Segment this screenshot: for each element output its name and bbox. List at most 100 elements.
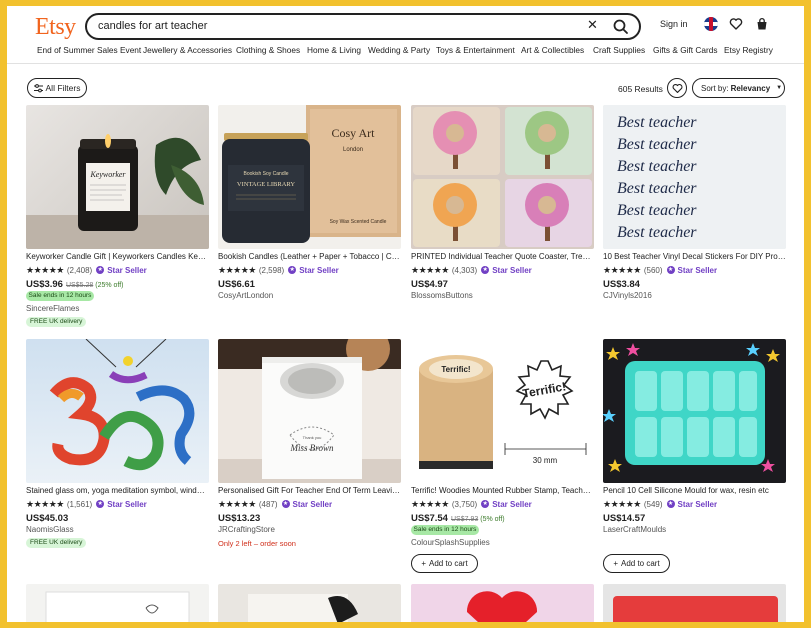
original-price: US$7.93: [450, 516, 479, 523]
keyworker-label: Keyworker: [89, 170, 126, 179]
star-seller-label: Star Seller: [107, 265, 147, 275]
shop-name[interactable]: SincereFlames: [26, 304, 79, 313]
decal-text: Best teacher: [617, 158, 697, 175]
caret-down-icon: ▼: [776, 85, 783, 91]
sort-dropdown[interactable]: Sort by: Relevancy ▼: [692, 78, 785, 98]
cosy-art-label: Cosy Art: [331, 126, 375, 140]
product-image[interactable]: [411, 584, 594, 622]
product-image[interactable]: [411, 105, 594, 249]
rating: ★★★★★ (2,408) ★ Star Seller: [26, 265, 147, 275]
star-rating-icon: ★★★★★: [603, 498, 641, 509]
star-rating-icon: ★★★★★: [411, 264, 449, 275]
price: US$7.54: [411, 513, 448, 524]
price-row: US$14.57: [603, 513, 645, 524]
star-seller-label: Star Seller: [299, 265, 339, 275]
add-to-cart-button[interactable]: + Add to cart: [411, 554, 478, 573]
shop-name[interactable]: NaomisGlass: [26, 525, 74, 534]
star-seller-icon: ★: [481, 500, 490, 508]
shop-name[interactable]: LaserCraftMoulds: [603, 525, 666, 534]
star-seller-label: Star Seller: [677, 499, 718, 509]
search-icon[interactable]: [611, 17, 631, 37]
star-seller-label: Star Seller: [492, 499, 532, 509]
shop-name[interactable]: CJVinyls2016: [603, 291, 652, 300]
product-image[interactable]: Terrific! Terrific! 30 mm: [411, 339, 594, 483]
product-title[interactable]: Bookish Candles (Leather + Paper + Tobac…: [218, 252, 401, 261]
shop-name[interactable]: BlossomsButtons: [411, 291, 473, 300]
all-filters-label: All Filters: [45, 83, 81, 93]
product-title[interactable]: Keyworker Candle Gift | Keyworkers Candl…: [26, 252, 209, 261]
price: US$6.61: [218, 279, 255, 290]
rating: ★★★★★ (2,598) ★ Star Seller: [218, 265, 339, 275]
nav-item[interactable]: Wedding & Party: [368, 45, 430, 55]
uk-flag-icon[interactable]: [704, 17, 718, 31]
etsy-page: Etsy candles for art teacher ✕ Sign in E…: [7, 6, 804, 622]
star-rating-icon: ★★★★★: [26, 264, 64, 275]
nav-item[interactable]: Art & Collectibles: [521, 45, 584, 55]
product-image[interactable]: Cosy Art London Soy Wax Scented Candle B…: [218, 105, 401, 249]
product-title[interactable]: Terrific! Woodies Mounted Rubber Stamp, …: [411, 486, 594, 495]
nav-item[interactable]: Jewellery & Accessories: [143, 45, 232, 55]
product-title[interactable]: PRINTED Individual Teacher Quote Coaster…: [411, 252, 594, 261]
add-to-cart-button[interactable]: + Add to cart: [603, 554, 670, 573]
product-image[interactable]: [26, 584, 209, 622]
review-count: (3,750): [451, 499, 478, 509]
price: US$45.03: [26, 513, 69, 524]
rating: ★★★★★ (1,561) ★ Star Seller: [26, 499, 147, 509]
nav-item[interactable]: Home & Living: [307, 45, 361, 55]
product-photo: [613, 596, 778, 622]
product-image[interactable]: [603, 584, 786, 622]
review-count: (1,561): [66, 499, 93, 509]
product-title[interactable]: Stained glass om, yoga meditation symbol…: [26, 486, 209, 495]
original-price: US$5.28: [65, 282, 94, 289]
product-image[interactable]: [603, 339, 786, 483]
rating: ★★★★★ (560) ★ Star Seller: [603, 265, 717, 275]
product-image[interactable]: Best teacher Best teacher Best teacher B…: [603, 105, 786, 249]
product-image[interactable]: [26, 339, 209, 483]
save-search-button[interactable]: [667, 78, 687, 98]
discount: (25% off): [95, 282, 124, 289]
review-count: (560): [643, 265, 663, 275]
price-row: US$6.61: [218, 279, 255, 290]
nav-item[interactable]: Clothing & Shoes: [236, 45, 300, 55]
shopping-bag-icon[interactable]: [755, 17, 769, 31]
soy-wax-label: Soy Wax Scented Candle: [330, 219, 387, 225]
price: US$3.84: [603, 279, 640, 290]
product-image[interactable]: [218, 584, 401, 622]
shop-name[interactable]: CosyArtLondon: [218, 291, 273, 300]
price-row: US$3.84: [603, 279, 640, 290]
vintage-library-label: VINTAGE LIBRARY: [237, 181, 295, 188]
price-row: US$3.96 US$5.28 (25% off): [26, 279, 124, 290]
etsy-logo[interactable]: Etsy: [35, 14, 76, 41]
heart-icon[interactable]: [729, 17, 743, 31]
product-title[interactable]: Pencil 10 Cell Silicone Mould for wax, r…: [603, 486, 786, 495]
add-to-cart-label: Add to cart: [620, 559, 660, 568]
product-photo: [248, 594, 358, 622]
shop-name[interactable]: ColourSplashSupplies: [411, 538, 490, 547]
product-title[interactable]: Personalised Gift For Teacher End Of Ter…: [218, 486, 401, 495]
review-count: (487): [258, 499, 278, 509]
product-title[interactable]: 10 Best Teacher Vinyl Decal Stickers For…: [603, 252, 786, 261]
price-row: US$4.97: [411, 279, 448, 290]
star-rating-icon: ★★★★★: [218, 264, 256, 275]
nav-item[interactable]: Toys & Entertainment: [436, 45, 515, 55]
rubber-stamp-photo: Terrific! Terrific! 30 mm: [419, 355, 587, 469]
plus-icon: +: [613, 559, 618, 568]
decal-photo: Best teacher Best teacher Best teacher B…: [603, 105, 786, 249]
nav-item[interactable]: Etsy Registry: [724, 45, 773, 55]
product-image[interactable]: Keyworker: [26, 105, 209, 249]
nav-item[interactable]: Gifts & Gift Cards: [653, 45, 718, 55]
nav-item[interactable]: Craft Supplies: [593, 45, 645, 55]
review-count: (2,598): [258, 265, 285, 275]
rating: ★★★★★ (4,303) ★ Star Seller: [411, 265, 532, 275]
star-seller-icon: ★: [288, 266, 297, 274]
product-image[interactable]: Thank you Miss Brown: [218, 339, 401, 483]
sale-badge: Sale ends in 12 hours: [411, 525, 479, 535]
shop-name[interactable]: JRCraftingStore: [218, 525, 275, 534]
search-bar[interactable]: candles for art teacher ✕: [85, 13, 641, 40]
search-input[interactable]: candles for art teacher: [98, 20, 207, 32]
all-filters-button[interactable]: All Filters: [27, 78, 87, 98]
star-seller-label: Star Seller: [492, 265, 532, 275]
clear-icon[interactable]: ✕: [587, 17, 598, 33]
sign-in-link[interactable]: Sign in: [660, 19, 688, 29]
nav-item[interactable]: End of Summer Sales Event: [37, 45, 141, 55]
